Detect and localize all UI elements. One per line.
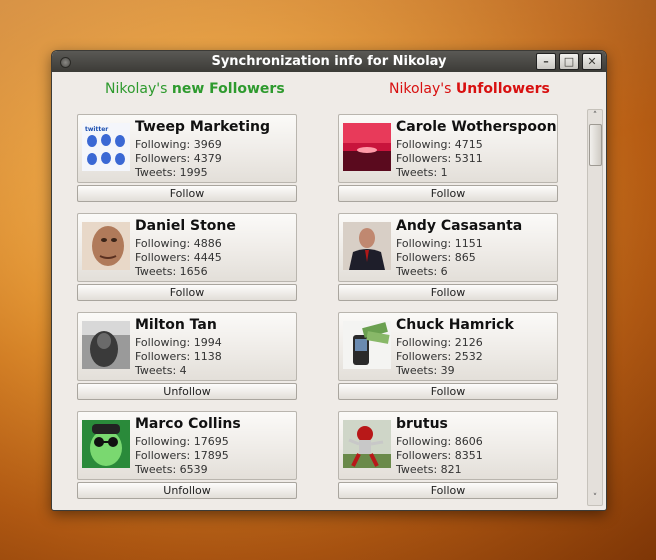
tweets-count: Tweets: 6539	[135, 463, 208, 476]
tweets-count: Tweets: 39	[396, 364, 455, 377]
mascot-avatar	[343, 420, 391, 468]
follow-button[interactable]: Follow	[77, 185, 297, 202]
follow-button[interactable]: Follow	[338, 185, 558, 202]
header-label: new Followers	[171, 81, 285, 97]
tweets-count: Tweets: 821	[396, 463, 462, 476]
follow-button[interactable]: Follow	[338, 383, 558, 400]
title-bar[interactable]: Synchronization info for Nikolay – □ ✕	[52, 51, 606, 72]
user-name: brutus	[396, 416, 448, 432]
vertical-scrollbar[interactable]: ˄ ˅	[587, 109, 603, 506]
scroll-down-icon[interactable]: ˅	[588, 493, 602, 504]
header-owner: Nikolay's	[105, 81, 168, 97]
user-card-carole-wotherspoon: Carole Wotherspoon Following: 4715 Follo…	[338, 114, 558, 183]
bw-photo-avatar	[82, 321, 130, 369]
user-name: Marco Collins	[135, 416, 241, 432]
window-controls: – □ ✕	[536, 53, 602, 70]
follow-button[interactable]: Follow	[338, 482, 558, 499]
following-count: Following: 8606	[396, 435, 483, 448]
user-card-tweep-marketing: twitter Tweep Marketing Following: 3969 …	[77, 114, 297, 183]
window-menu-icon[interactable]	[60, 57, 71, 68]
header-owner: Nikolay's	[389, 81, 452, 97]
new-followers-header: Nikolay's new Followers	[105, 81, 285, 97]
header-label: Unfollowers	[455, 81, 550, 97]
man-face-avatar	[82, 222, 130, 270]
user-name: Andy Casasanta	[396, 218, 523, 234]
scroll-up-icon[interactable]: ˄	[588, 111, 602, 122]
minimize-button[interactable]: –	[536, 53, 556, 70]
tweets-count: Tweets: 1656	[135, 265, 208, 278]
user-name: Daniel Stone	[135, 218, 236, 234]
close-button[interactable]: ✕	[582, 53, 602, 70]
following-count: Following: 4715	[396, 138, 483, 151]
unfollowers-header: Nikolay's Unfollowers	[389, 81, 550, 97]
user-card-daniel-stone: Daniel Stone Following: 4886 Followers: …	[77, 213, 297, 282]
sync-info-window: Synchronization info for Nikolay – □ ✕ N…	[51, 50, 607, 511]
following-count: Following: 2126	[396, 336, 483, 349]
follow-button[interactable]: Follow	[338, 284, 558, 301]
following-count: Following: 1151	[396, 237, 483, 250]
user-name: Tweep Marketing	[135, 119, 271, 135]
tweets-count: Tweets: 4	[135, 364, 187, 377]
user-name: Carole Wotherspoon	[396, 119, 557, 135]
user-name: Milton Tan	[135, 317, 217, 333]
followers-count: Followers: 2532	[396, 350, 483, 363]
followers-count: Followers: 4445	[135, 251, 222, 264]
scroll-thumb[interactable]	[589, 124, 602, 166]
following-count: Following: 1994	[135, 336, 222, 349]
tweets-count: Tweets: 1995	[135, 166, 208, 179]
user-card-marco-collins: Marco Collins Following: 17695 Followers…	[77, 411, 297, 480]
user-card-chuck-hamrick: Chuck Hamrick Following: 2126 Followers:…	[338, 312, 558, 381]
maximize-button[interactable]: □	[559, 53, 579, 70]
following-count: Following: 17695	[135, 435, 229, 448]
green-glasses-avatar	[82, 420, 130, 468]
blue-birds-avatar: twitter	[82, 123, 130, 171]
followers-count: Followers: 5311	[396, 152, 483, 165]
follow-button[interactable]: Follow	[77, 284, 297, 301]
following-count: Following: 4886	[135, 237, 222, 250]
sunset-avatar	[343, 123, 391, 171]
unfollow-button[interactable]: Unfollow	[77, 482, 297, 499]
window-title: Synchronization info for Nikolay	[211, 54, 447, 69]
suit-man-avatar	[343, 222, 391, 270]
following-count: Following: 3969	[135, 138, 222, 151]
followers-count: Followers: 865	[396, 251, 476, 264]
followers-count: Followers: 8351	[396, 449, 483, 462]
user-card-brutus: brutus Following: 8606 Followers: 8351 T…	[338, 411, 558, 480]
svg-text:twitter: twitter	[85, 126, 108, 133]
user-card-andy-casasanta: Andy Casasanta Following: 1151 Followers…	[338, 213, 558, 282]
followers-count: Followers: 1138	[135, 350, 222, 363]
phone-money-avatar	[343, 321, 391, 369]
unfollow-button[interactable]: Unfollow	[77, 383, 297, 400]
user-name: Chuck Hamrick	[396, 317, 514, 333]
tweets-count: Tweets: 1	[396, 166, 448, 179]
followers-count: Followers: 4379	[135, 152, 222, 165]
tweets-count: Tweets: 6	[396, 265, 448, 278]
user-card-milton-tan: Milton Tan Following: 1994 Followers: 11…	[77, 312, 297, 381]
followers-count: Followers: 17895	[135, 449, 229, 462]
